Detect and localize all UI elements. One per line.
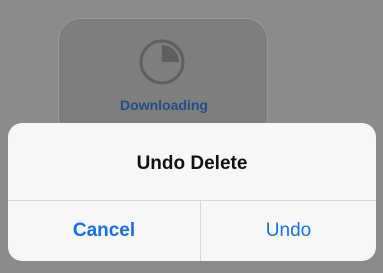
undo-delete-alert: Undo Delete Cancel Undo bbox=[8, 123, 376, 261]
pie-progress-icon bbox=[139, 39, 185, 85]
cancel-button[interactable]: Cancel bbox=[8, 201, 200, 261]
undo-button[interactable]: Undo bbox=[201, 201, 376, 261]
alert-title: Undo Delete bbox=[136, 153, 248, 174]
download-status-label: Downloading bbox=[120, 97, 208, 113]
